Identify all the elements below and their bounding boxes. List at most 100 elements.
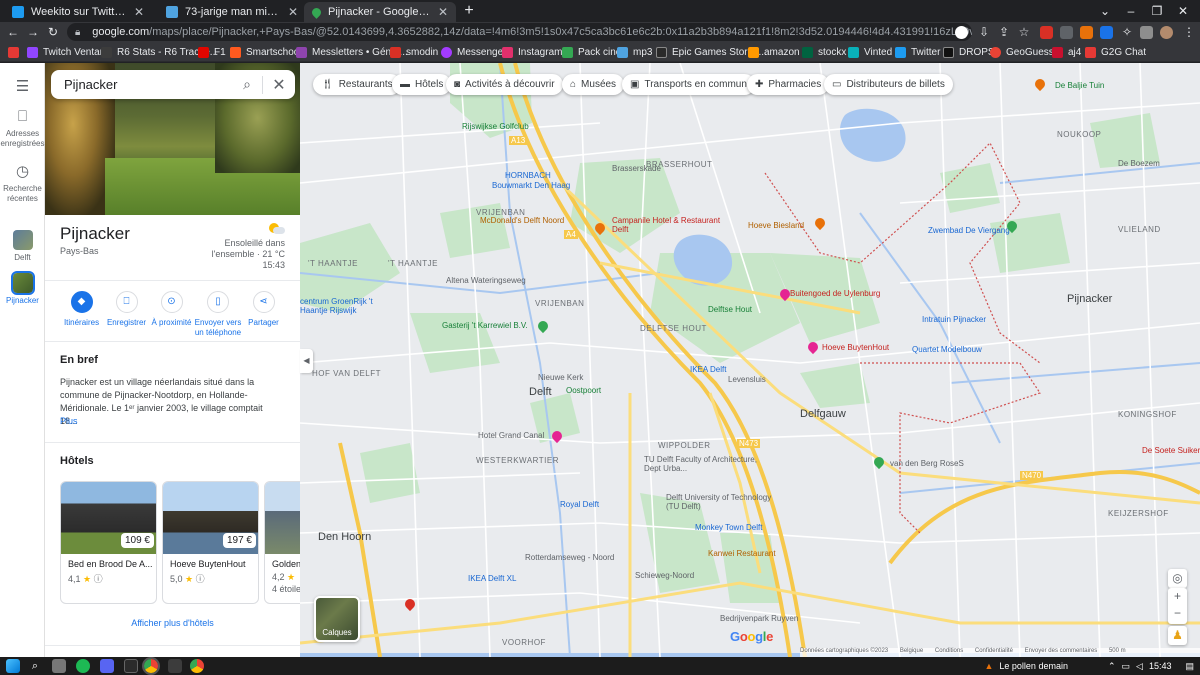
extension-icon[interactable] bbox=[1100, 26, 1113, 39]
network-icon[interactable]: ▭ bbox=[1122, 661, 1131, 672]
minimize-icon[interactable]: – bbox=[1118, 2, 1144, 20]
chip-museums[interactable]: ⌂ Musées bbox=[562, 74, 625, 95]
bookmark-item[interactable]: G2G Chat bbox=[1085, 45, 1146, 59]
privacy-link[interactable]: Confidentialité bbox=[975, 648, 1013, 654]
menu-button[interactable]: ☰ bbox=[0, 79, 45, 99]
street-view-pegman[interactable]: ♟ bbox=[1168, 626, 1187, 645]
weather-icon[interactable]: ▲ bbox=[984, 661, 993, 671]
bookmark-item[interactable]: smodin bbox=[390, 45, 438, 59]
bookmark-item[interactable]: amazon bbox=[748, 45, 800, 59]
chip-hotels[interactable]: ▬ Hôtels bbox=[392, 74, 452, 95]
close-icon[interactable]: ✕ bbox=[263, 75, 295, 95]
zoom-out-button[interactable]: − bbox=[1168, 605, 1187, 622]
back-icon[interactable]: ← bbox=[4, 23, 22, 41]
hotel-card[interactable]: 109 € Bed en Brood De A... 4,1 ★ ⓘ bbox=[60, 481, 157, 604]
feedback-link[interactable]: Envoyer des commentaires bbox=[1025, 648, 1098, 654]
chip-activities[interactable]: ◙ Activités à découvrir bbox=[446, 74, 563, 95]
region-link[interactable]: Belgique bbox=[900, 648, 923, 654]
zoom-in-button[interactable]: + bbox=[1168, 588, 1187, 605]
extension-icon[interactable] bbox=[1040, 26, 1053, 39]
chrome-icon[interactable] bbox=[190, 659, 204, 673]
app-icon[interactable] bbox=[124, 659, 138, 673]
reload-icon[interactable]: ↻ bbox=[44, 23, 62, 41]
spotify-icon[interactable] bbox=[76, 659, 90, 673]
volume-icon[interactable]: ◁ bbox=[1136, 661, 1143, 672]
extensions-puzzle-icon[interactable]: ✧ bbox=[1118, 23, 1136, 41]
google-lens-icon[interactable] bbox=[955, 26, 968, 39]
close-window-icon[interactable]: ✕ bbox=[1170, 2, 1196, 20]
map-canvas[interactable]: 🍴︎ Restaurants ▬ Hôtels ◙ Activités à décou… bbox=[300, 63, 1200, 657]
chrome-icon[interactable] bbox=[142, 657, 160, 675]
sidebar-icon[interactable] bbox=[1140, 26, 1153, 39]
profile-avatar[interactable] bbox=[1160, 26, 1173, 39]
bookmark-item[interactable]: Smartschool bbox=[230, 45, 302, 59]
recent-place-pijnacker[interactable]: Pijnacker bbox=[0, 271, 45, 306]
chip-atm[interactable]: ▭ Distributeurs de billets bbox=[824, 74, 953, 95]
hotel-card[interactable]: 197 € Hoeve BuytenHout 5,0 ★ ⓘ bbox=[162, 481, 259, 604]
task-view-icon[interactable] bbox=[52, 659, 66, 673]
browser-menu-icon[interactable]: ⋮ bbox=[1180, 23, 1198, 41]
install-icon[interactable]: ⇩ bbox=[975, 23, 993, 41]
tab-twitter[interactable]: Weekito sur Twitter : "@GhostFc ✕ bbox=[4, 2, 152, 22]
bookmark-star-icon[interactable]: ☆ bbox=[1015, 23, 1033, 41]
maximize-icon[interactable]: ❐ bbox=[1144, 2, 1170, 20]
bookmark-item[interactable]: Twitch Ventary bbox=[27, 45, 108, 59]
recent-place-delft[interactable]: Delft bbox=[0, 230, 45, 263]
scale-bar[interactable]: 500 m bbox=[1109, 648, 1126, 654]
send-to-phone-button[interactable]: ▯ Envoyer vers un téléphone bbox=[194, 291, 242, 338]
bookmark-item[interactable]: aj4 bbox=[1052, 45, 1081, 59]
bookmark-item[interactable]: GeoGuessr bbox=[990, 45, 1057, 59]
tray-chevron-icon[interactable]: ⌃ bbox=[1108, 661, 1116, 672]
windows-start-icon[interactable] bbox=[6, 659, 20, 673]
search-icon[interactable]: ⌕ bbox=[232, 76, 262, 93]
my-location-button[interactable]: ◎ bbox=[1168, 569, 1187, 588]
app-icon[interactable] bbox=[168, 659, 182, 673]
save-button[interactable]: ⎕ Enregistrer bbox=[104, 291, 149, 328]
bookmark-item[interactable]: Twitter bbox=[895, 45, 940, 59]
new-tab-button[interactable]: + bbox=[460, 2, 478, 20]
close-tab-icon[interactable]: ✕ bbox=[288, 5, 298, 19]
discord-icon[interactable] bbox=[100, 659, 114, 673]
bookmark-item[interactable]: Messenger bbox=[441, 45, 506, 59]
bookmark-item[interactable]: DROPS bbox=[943, 45, 995, 59]
tab-search-icon[interactable]: ⌄ bbox=[1092, 2, 1118, 20]
layers-button[interactable]: Calques bbox=[314, 596, 360, 642]
bookmark-item[interactable]: F1 bbox=[198, 45, 226, 59]
bookmark-item[interactable]: stockx bbox=[802, 45, 846, 59]
bookmark-item[interactable]: Vinted bbox=[848, 45, 892, 59]
directions-button[interactable]: ◆ Itinéraires bbox=[59, 291, 104, 328]
tab-news[interactable]: 73-jarige man mishandeld 'om a ✕ bbox=[158, 2, 306, 22]
address-bar[interactable]: 🔒︎ google.com /maps/place/Pijnacker,+Pay… bbox=[67, 23, 972, 41]
close-tab-icon[interactable]: ✕ bbox=[134, 5, 144, 19]
share-page-icon[interactable]: ⇪ bbox=[995, 23, 1013, 41]
lock-icon[interactable]: 🔒︎ bbox=[75, 27, 84, 38]
more-link[interactable]: Plus bbox=[60, 416, 78, 426]
search-icon[interactable]: ⌕ bbox=[28, 659, 42, 673]
bookmark-item[interactable]: Pack cine bbox=[562, 45, 621, 59]
forward-icon[interactable]: → bbox=[24, 23, 42, 41]
extension-icon[interactable] bbox=[1060, 26, 1073, 39]
chip-transit[interactable]: ▣ Transports en commun bbox=[622, 74, 755, 95]
bookmark-item[interactable]: Instagram bbox=[502, 45, 562, 59]
nearby-button[interactable]: ⊙ À proximité bbox=[149, 291, 194, 328]
info-icon[interactable]: ⓘ bbox=[196, 574, 205, 584]
saved-places-button[interactable]: ⎕ Adresses enregistrées bbox=[0, 109, 45, 149]
notification-icon[interactable]: ▤ bbox=[1185, 661, 1194, 672]
extension-icon[interactable] bbox=[1080, 26, 1093, 39]
bookmark-item[interactable] bbox=[8, 45, 24, 59]
tab-google-maps[interactable]: Pijnacker - Google Maps ✕ bbox=[304, 2, 456, 22]
recent-searches-button[interactable]: ◷ Recherche récentes bbox=[0, 164, 45, 204]
search-input[interactable]: Pijnacker bbox=[64, 77, 232, 92]
terms-link[interactable]: Conditions bbox=[935, 648, 963, 654]
chip-pharmacies[interactable]: ✚ Pharmacies bbox=[747, 74, 830, 95]
more-hotels-link[interactable]: Afficher plus d'hôtels bbox=[45, 618, 300, 628]
hotel-card[interactable]: Golden 4,2 ★ 4 étoile bbox=[264, 481, 300, 604]
bookmark-item[interactable]: mp3 bbox=[617, 45, 652, 59]
clock[interactable]: 15:43 bbox=[1149, 661, 1172, 671]
close-tab-icon[interactable]: ✕ bbox=[438, 5, 448, 19]
share-button[interactable]: ⋖ Partager bbox=[241, 291, 286, 328]
tray-weather-text[interactable]: Le pollen demain bbox=[999, 661, 1068, 671]
search-box[interactable]: Pijnacker ⌕ ✕ bbox=[51, 70, 295, 99]
info-icon[interactable]: ⓘ bbox=[94, 574, 103, 584]
chip-restaurants[interactable]: 🍴︎ Restaurants bbox=[313, 74, 401, 95]
